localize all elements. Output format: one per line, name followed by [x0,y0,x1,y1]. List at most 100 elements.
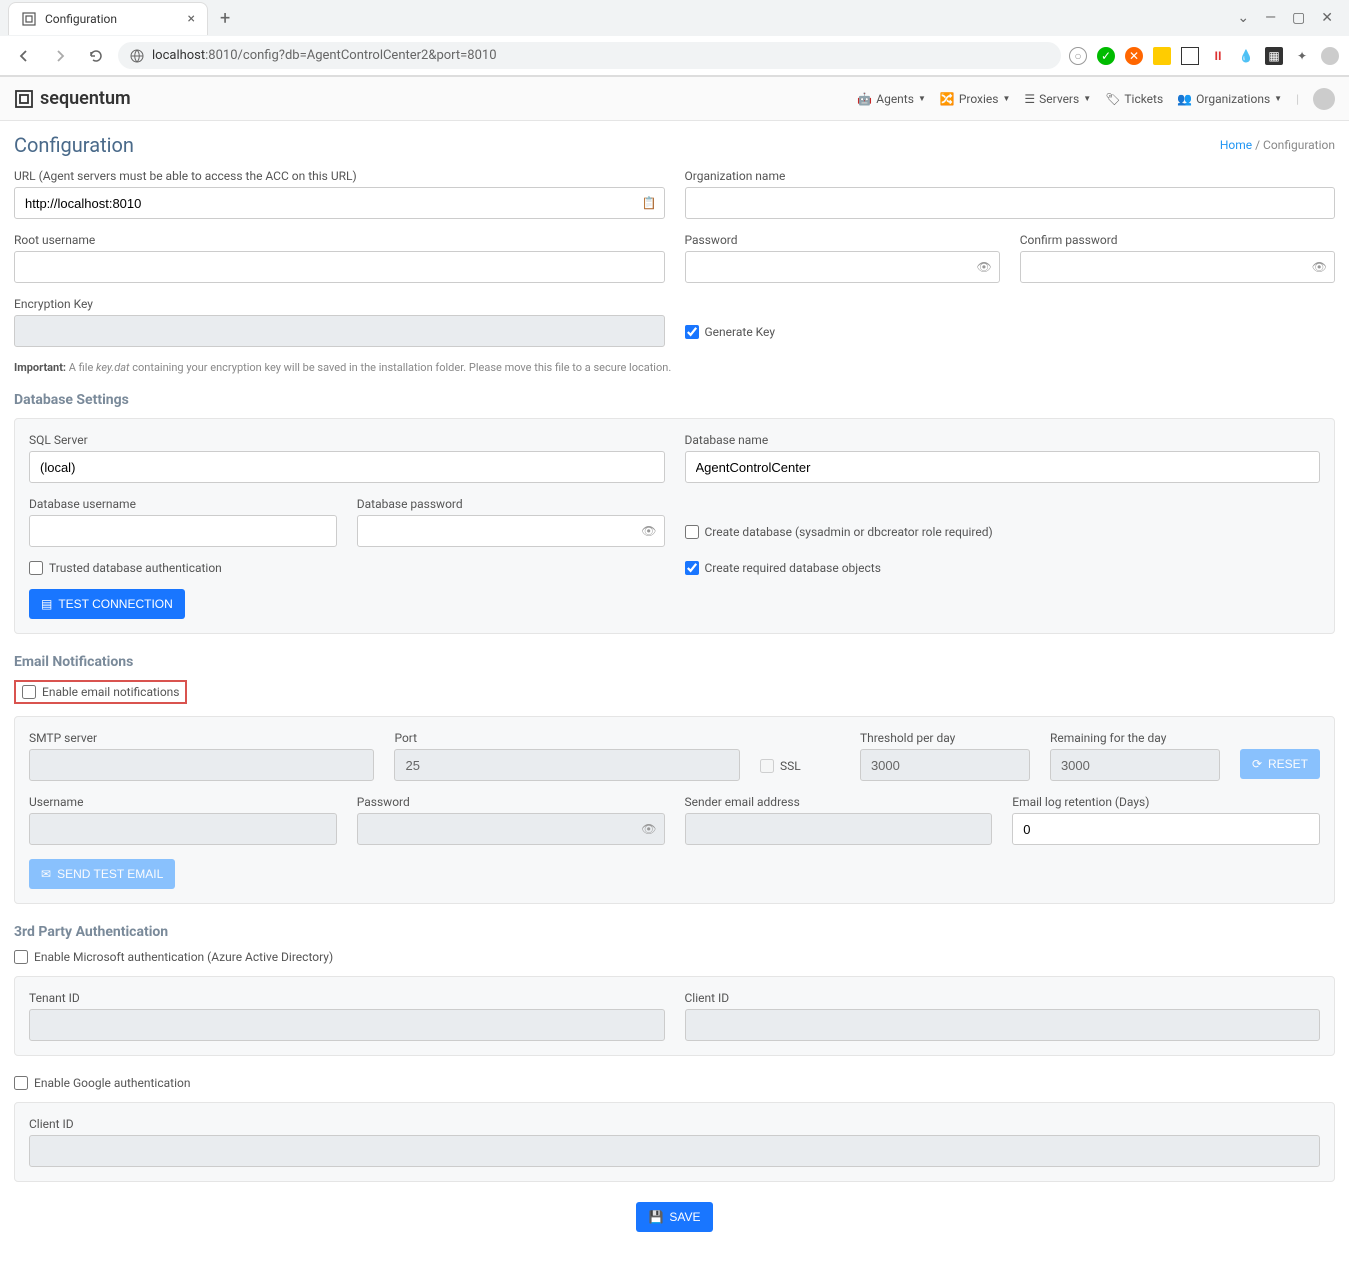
ms-auth-checkbox[interactable] [14,950,28,964]
create-db-checkbox-row[interactable]: Create database (sysadmin or dbcreator r… [685,525,1321,539]
breadcrumb-current: Configuration [1263,138,1335,152]
back-button[interactable] [10,42,38,70]
ms-auth-section: Tenant ID Client ID [14,976,1335,1056]
create-objects-checkbox-row[interactable]: Create required database objects [685,561,1321,575]
test-connection-button[interactable]: ▤ TEST CONNECTION [29,589,185,619]
puzzle-icon[interactable]: ✦ [1293,47,1311,65]
chevron-down-icon[interactable]: ⌄ [1237,10,1249,26]
password-label: Password [685,233,1000,247]
brand-logo[interactable]: sequentum [14,88,131,109]
ticket-icon: 🏷 [1105,92,1120,106]
clipboard-icon[interactable]: 📋 [642,196,657,210]
tenant-id-input [29,1009,665,1041]
encryption-note: Important: A file key.dat containing you… [14,361,1335,374]
tab-favicon-icon [21,11,37,27]
forward-button[interactable] [46,42,74,70]
tab-close-icon[interactable]: × [188,11,195,27]
close-window-icon[interactable]: ✕ [1321,10,1333,26]
password-input[interactable] [685,251,1000,283]
browser-tab[interactable]: Configuration × [8,2,208,35]
confirm-password-label: Confirm password [1020,233,1335,247]
google-client-id-input [29,1135,1320,1167]
smtp-label: SMTP server [29,731,374,745]
nav-separator: | [1296,92,1299,106]
ext-icon-1[interactable]: ○ [1069,47,1087,65]
threshold-label: Threshold per day [860,731,1030,745]
url-text: localhost:8010/config?db=AgentControlCen… [152,48,1049,63]
ext-icon-7[interactable]: 💧 [1237,47,1255,65]
user-avatar[interactable] [1313,88,1335,110]
ext-icon-5[interactable] [1181,47,1199,65]
ext-icon-3[interactable]: ✕ [1125,47,1143,65]
globe-icon [130,49,144,63]
ms-auth-checkbox-row[interactable]: Enable Microsoft authentication (Azure A… [14,950,1335,964]
ext-icon-2[interactable]: ✓ [1097,47,1115,65]
window-controls: ⌄ — ▢ ✕ [1237,10,1349,26]
confirm-password-input[interactable] [1020,251,1335,283]
url-bar[interactable]: localhost:8010/config?db=AgentControlCen… [118,42,1061,69]
ssl-checkbox-row: SSL [760,759,840,773]
caret-down-icon: ▼ [918,94,926,103]
android-icon: 🤖 [857,92,872,106]
org-name-label: Organization name [685,169,1336,183]
brand-logo-icon [14,89,34,109]
ms-client-id-input [685,1009,1321,1041]
tab-bar: Configuration × + ⌄ — ▢ ✕ [0,0,1349,36]
server-icon: ☰ [1024,92,1035,106]
root-username-input[interactable] [14,251,665,283]
nav-tickets[interactable]: 🏷 Tickets [1105,92,1163,106]
address-bar: localhost:8010/config?db=AgentControlCen… [0,36,1349,76]
tenant-id-label: Tenant ID [29,991,665,1005]
enable-email-checkbox[interactable] [22,685,36,699]
eye-icon: 👁 [641,822,656,836]
breadcrumb-home[interactable]: Home [1220,138,1252,152]
ext-icon-8[interactable]: ▦ [1265,47,1283,65]
url-input[interactable] [14,187,665,219]
profile-icon[interactable] [1321,47,1339,65]
generate-key-checkbox-row[interactable]: Generate Key [685,325,1336,339]
trusted-auth-checkbox[interactable] [29,561,43,575]
retention-input[interactable] [1012,813,1320,845]
nav-proxies[interactable]: 🔀 Proxies ▼ [940,92,1011,106]
maximize-icon[interactable]: ▢ [1292,10,1305,26]
eye-icon[interactable]: 👁 [977,260,992,274]
org-icon: 👥 [1177,92,1192,106]
nav-menu: 🤖 Agents ▼ 🔀 Proxies ▼ ☰ Servers ▼ 🏷 Tic… [857,88,1335,110]
browser-chrome: Configuration × + ⌄ — ▢ ✕ localhost:8010… [0,0,1349,77]
trusted-auth-checkbox-row[interactable]: Trusted database authentication [29,561,665,575]
ext-icon-6[interactable]: II [1209,47,1227,65]
app-header: sequentum 🤖 Agents ▼ 🔀 Proxies ▼ ☰ Serve… [0,77,1349,121]
nav-agents[interactable]: 🤖 Agents ▼ [857,92,926,106]
ssl-checkbox [760,759,774,773]
brand-name: sequentum [40,88,131,109]
db-password-input[interactable] [357,515,665,547]
db-name-input[interactable] [685,451,1321,483]
eye-icon[interactable]: 👁 [641,524,656,538]
enable-email-checkbox-row[interactable]: Enable email notifications [22,685,179,699]
nav-servers[interactable]: ☰ Servers ▼ [1024,92,1091,106]
new-tab-button[interactable]: + [208,8,242,29]
create-db-checkbox[interactable] [685,525,699,539]
nav-organizations[interactable]: 👥 Organizations ▼ [1177,92,1282,106]
org-name-input[interactable] [685,187,1336,219]
mail-icon: ✉ [41,867,51,881]
google-auth-checkbox[interactable] [14,1076,28,1090]
email-section: SMTP server Port SSL Threshold per day R… [14,716,1335,904]
eye-icon[interactable]: 👁 [1312,260,1327,274]
smtp-input [29,749,374,781]
db-username-input[interactable] [29,515,337,547]
sql-server-input[interactable] [29,451,665,483]
reload-button[interactable] [82,42,110,70]
generate-key-checkbox[interactable] [685,325,699,339]
sender-input [685,813,993,845]
sql-server-label: SQL Server [29,433,665,447]
save-button[interactable]: 💾 SAVE [636,1202,712,1232]
reset-button[interactable]: ⟳ RESET [1240,749,1320,779]
google-auth-checkbox-row[interactable]: Enable Google authentication [14,1076,1335,1090]
send-test-email-button[interactable]: ✉ SEND TEST EMAIL [29,859,175,889]
create-objects-checkbox[interactable] [685,561,699,575]
minimize-icon[interactable]: — [1265,10,1276,26]
ext-icon-4[interactable] [1153,47,1171,65]
db-password-label: Database password [357,497,665,511]
encryption-key-label: Encryption Key [14,297,665,311]
